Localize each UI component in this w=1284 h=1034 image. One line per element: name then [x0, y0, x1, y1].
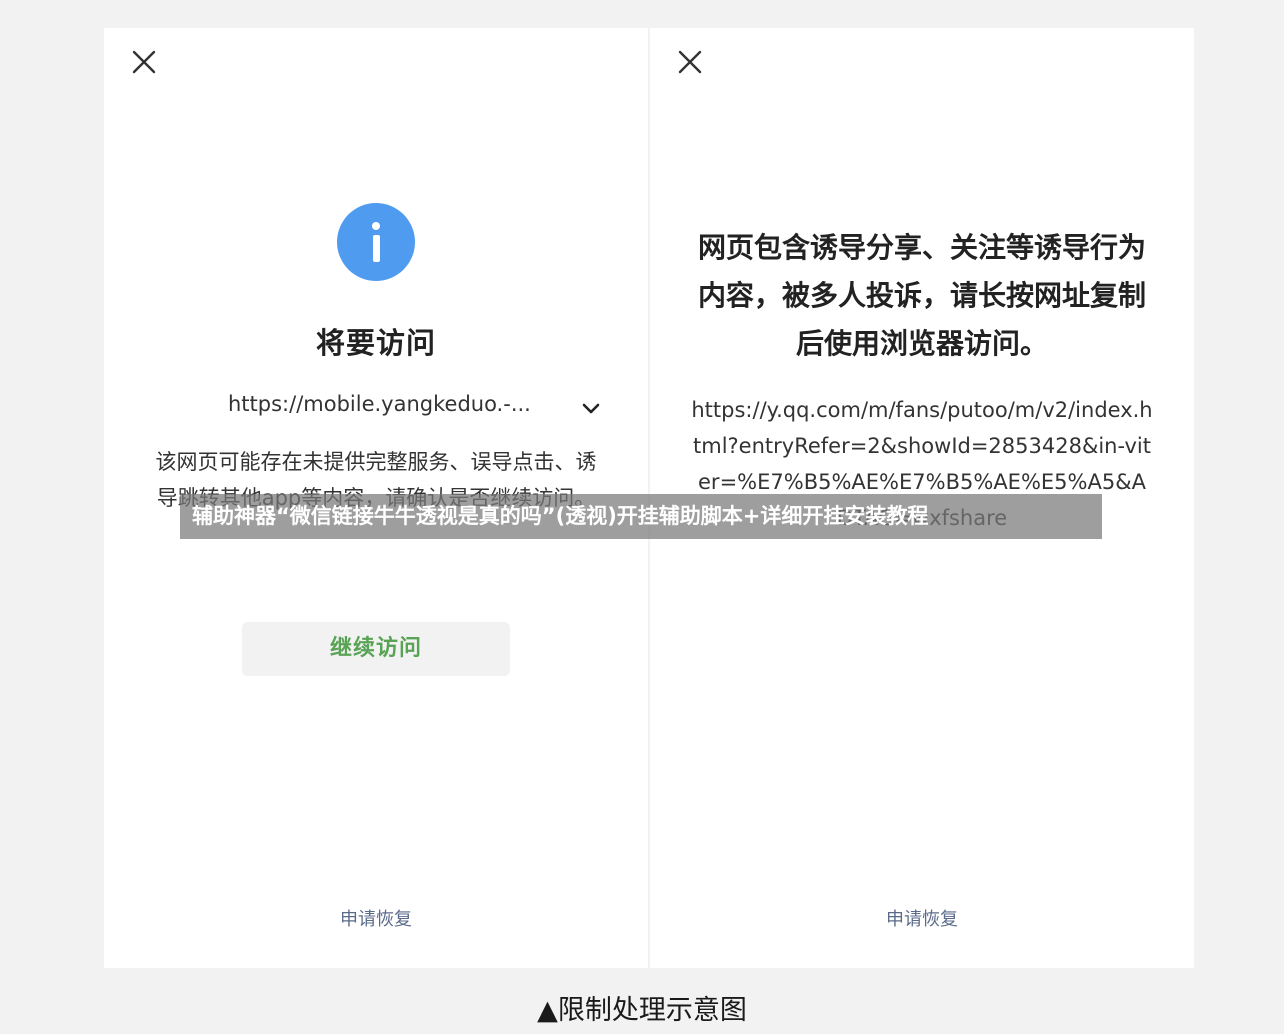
info-icon	[337, 203, 415, 281]
close-button[interactable]	[676, 48, 704, 76]
chevron-down-icon[interactable]	[580, 398, 602, 420]
close-icon	[678, 50, 702, 74]
appeal-restore-link[interactable]: 申请恢复	[104, 905, 648, 931]
continue-visit-button[interactable]: 继续访问	[242, 622, 510, 676]
blocked-warning-text: 网页包含诱导分享、关注等诱导行为内容，被多人投诉，请长按网址复制后使用浏览器访问…	[697, 231, 1146, 360]
dialog-title: 将要访问	[315, 326, 436, 360]
appeal-restore-link[interactable]: 申请恢复	[650, 905, 1194, 931]
url-text: https://mobile.yangkeduo.-...	[228, 392, 531, 416]
close-icon	[132, 50, 156, 74]
url-row[interactable]: https://mobile.yangkeduo.-...	[228, 392, 608, 424]
figure-caption: ▲限制处理示意图	[537, 995, 747, 1026]
overlay-banner-text: 辅助神器“微信链接牛牛透视是真的吗”(透视)开挂辅助脚本+详细开挂安装教程	[192, 504, 929, 528]
overlay-banner: 辅助神器“微信链接牛牛透视是真的吗”(透视)开挂辅助脚本+详细开挂安装教程	[180, 494, 1102, 539]
close-button[interactable]	[130, 48, 158, 76]
